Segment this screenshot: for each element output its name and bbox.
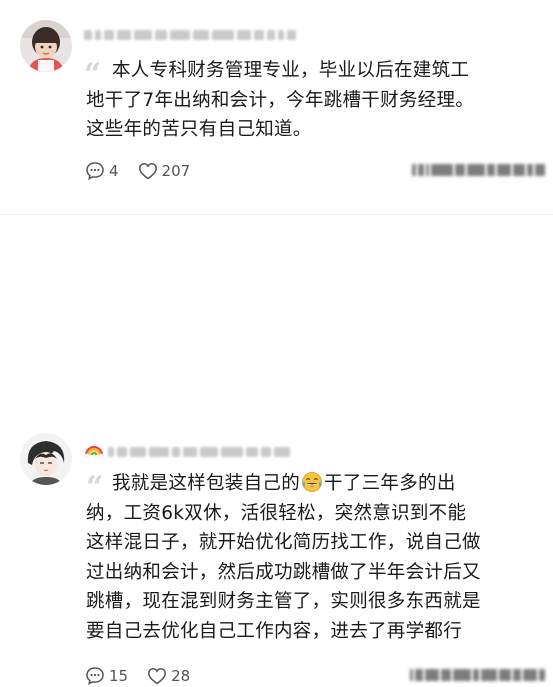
like-count: 28 <box>171 667 191 685</box>
comment-text: 干了三年多的出 <box>324 473 456 494</box>
comment-line: 这些年的苦只有自己知道。 <box>86 119 312 140</box>
heart-outline-icon <box>148 668 167 685</box>
like-count: 207 <box>161 162 191 180</box>
reply-button[interactable]: 4 <box>84 160 119 182</box>
comment-bubble-icon <box>86 162 104 180</box>
avatar[interactable] <box>20 20 72 72</box>
comment-line: 过出纳和会计，然后成功跳槽做了半年会计后又 <box>86 561 481 583</box>
comment-body: 我就是这样包装自己的 干了三年多的出 纳，工资6k双休，活很轻松，突然意识到不能… <box>86 469 481 646</box>
timestamp-blurred <box>410 667 545 683</box>
comment-body: 本人专科财务管理专业，毕业以后在建筑工 地干了7年出纳和会计，今年跳槽干财务经理… <box>86 56 474 145</box>
rainbow-icon <box>84 446 104 458</box>
timestamp-blurred <box>412 162 545 178</box>
comment-line: 要自己去优化自己工作内容，进去了再学都行 <box>86 620 463 642</box>
like-button[interactable]: 28 <box>146 665 190 687</box>
avatar-anime-image <box>20 433 72 485</box>
avatar[interactable] <box>20 433 72 485</box>
username-blurred[interactable] <box>84 28 296 42</box>
reply-button[interactable]: 15 <box>84 665 128 687</box>
reply-count: 15 <box>109 667 129 685</box>
comment-line: 这样混日子，就开始优化简历找工作，说自己做 <box>86 532 481 553</box>
comment-actions: 15 28 <box>84 665 208 687</box>
like-button[interactable]: 207 <box>137 160 191 182</box>
comment-line: 地干了7年出纳和会计，今年跳槽干财务经理。 <box>86 89 475 111</box>
comment-line: 本人专科财务管理专业，毕业以后在建筑工 <box>112 60 470 81</box>
avatar-child-image <box>20 20 72 72</box>
laughing-crying-emoji-icon <box>302 472 322 492</box>
comment-item: “ 我就是这样包装自己的 干了三年多的出 纳，工资6k双休，活很轻松，突然意识到… <box>0 215 553 685</box>
comment-actions: 4 207 <box>84 160 208 182</box>
reply-count: 4 <box>109 162 119 180</box>
comment-bubble-icon <box>86 667 104 685</box>
comment-line: 跳槽，现在混到财务主管了，实则很多东西就是 <box>86 591 481 612</box>
comment-item: “ 本人专科财务管理专业，毕业以后在建筑工 地干了7年出纳和会计，今年跳槽干财务… <box>0 0 553 215</box>
comment-line: 纳，工资6k双休，活很轻松，突然意识到不能 <box>86 502 467 524</box>
comment-line: 我就是这样包装自己的 干了三年多的出 <box>86 469 481 499</box>
comment-text: 我就是这样包装自己的 <box>112 473 301 494</box>
heart-outline-icon <box>138 163 157 180</box>
username-blurred[interactable] <box>108 445 290 459</box>
